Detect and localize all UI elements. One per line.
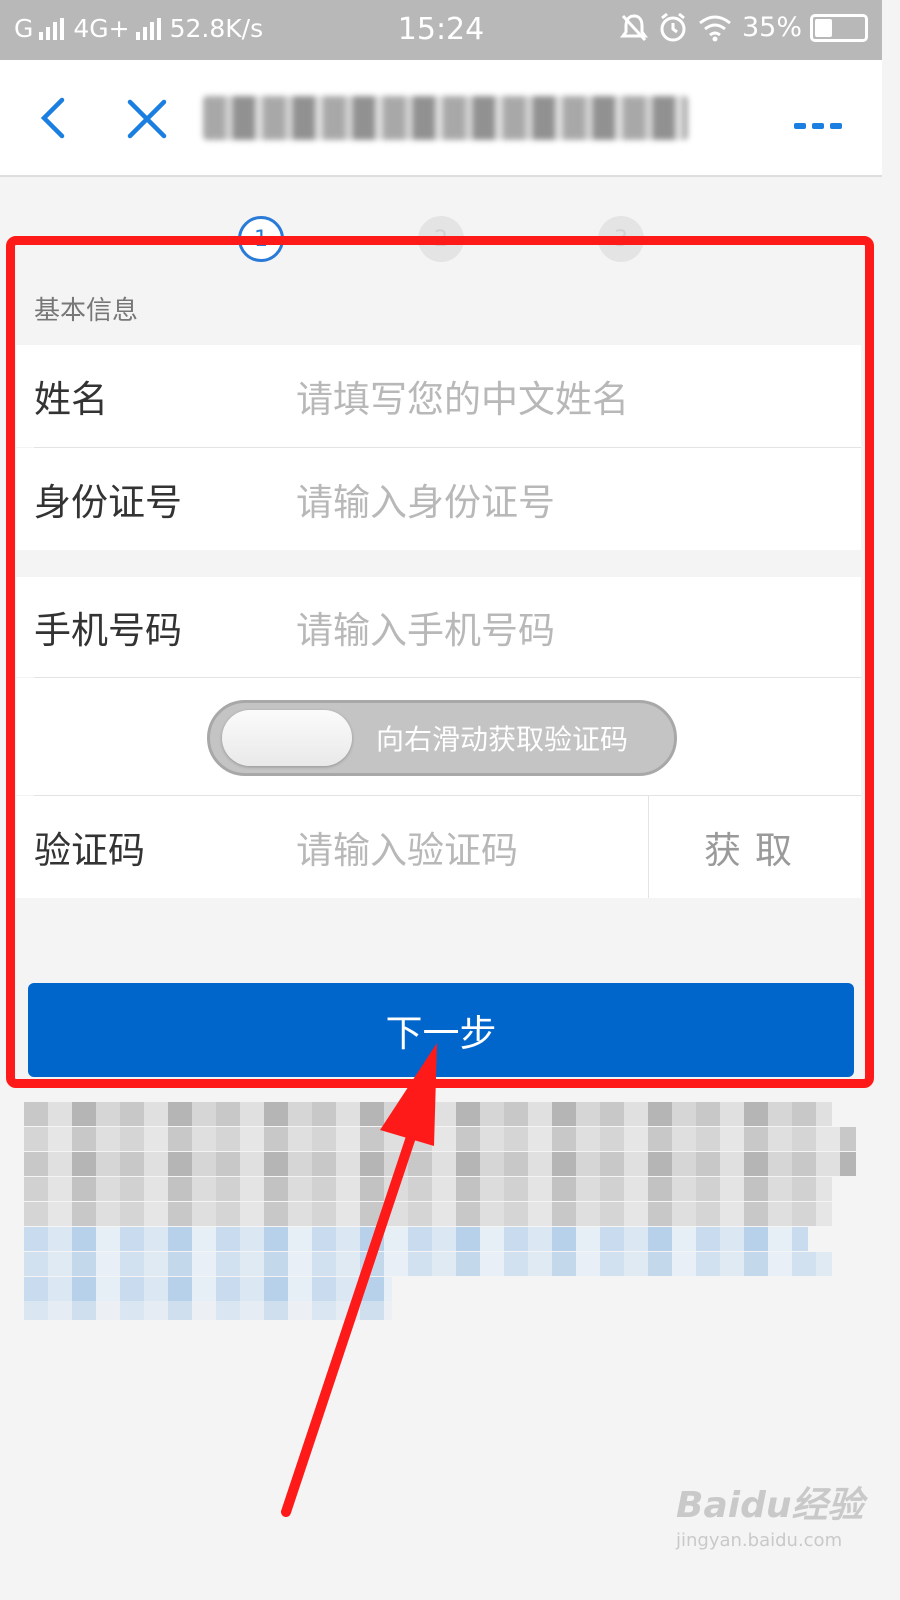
red-arrow-annotation	[281, 1043, 437, 1517]
watermark-url: jingyan.baidu.com	[676, 1530, 843, 1551]
watermark: Baidu经验 jingyan.baidu.com	[676, 1476, 863, 1551]
watermark-logo: Baidu经验	[676, 1485, 864, 1526]
